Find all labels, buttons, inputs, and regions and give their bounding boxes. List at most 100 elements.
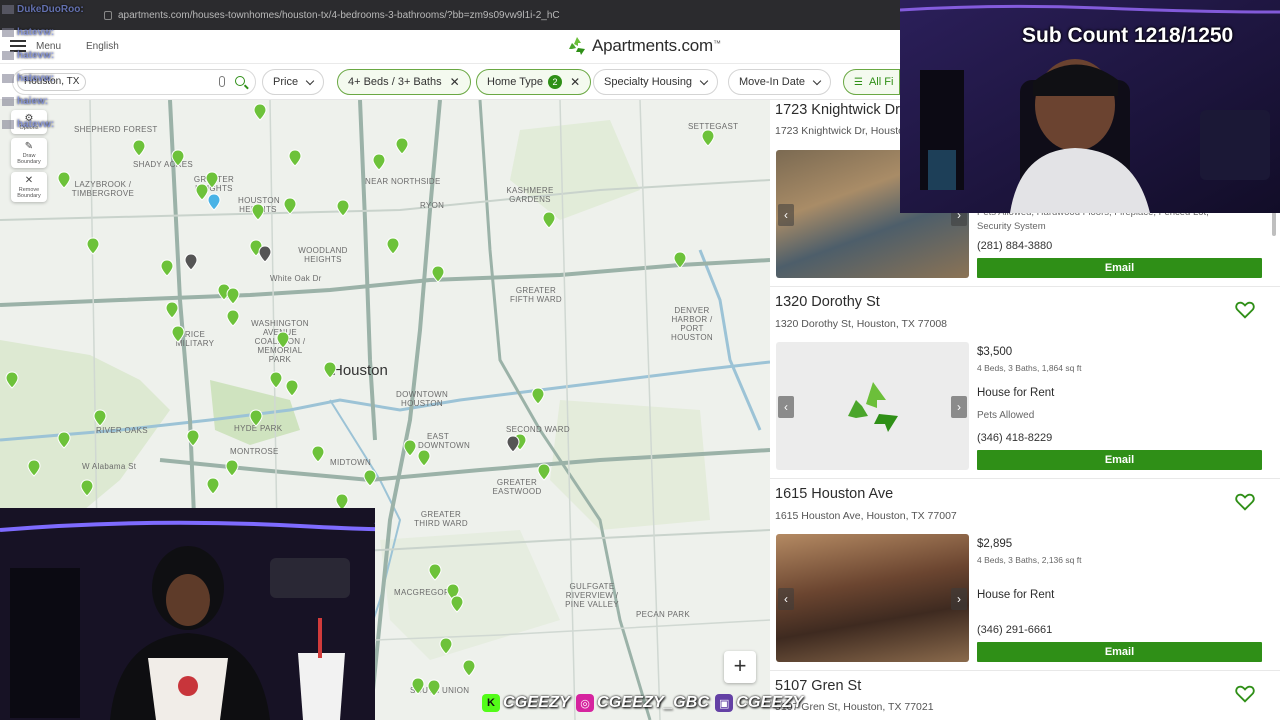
specialty-filter-label: Specialty Housing xyxy=(604,76,693,88)
chat-username: hatevw: xyxy=(17,119,55,130)
chat-username: hatevw: xyxy=(17,27,55,38)
chevron-down-icon xyxy=(305,76,315,85)
map-label: KASHMERE GARDENS xyxy=(506,186,554,204)
divider xyxy=(770,478,1280,479)
email-button[interactable]: Email xyxy=(977,258,1262,278)
chat-username: hatevw: xyxy=(17,73,55,84)
favorite-heart-icon[interactable] xyxy=(1234,491,1256,513)
social-handle: CGEEZY xyxy=(736,694,804,711)
listing-address: 1723 Knightwick Dr, Houston xyxy=(775,125,910,137)
listing-photo-placeholder[interactable]: ‹ › xyxy=(776,342,969,470)
stream-chat-overlay: DukeDuoRoo: hatevw: hatevw: hatevw: haie… xyxy=(2,0,132,135)
beds-baths-filter-button[interactable]: 4+ Beds / 3+ Baths ✕ xyxy=(337,69,471,95)
map-tool-label: Remove Boundary xyxy=(17,187,41,199)
map-tool-label: Draw Boundary xyxy=(17,153,41,165)
chat-message: DukeDuoRoo: xyxy=(2,0,132,23)
draw-boundary-button[interactable]: ✎ Draw Boundary xyxy=(11,138,47,168)
social-handle: CGEEZY xyxy=(503,694,570,711)
email-button[interactable]: Email xyxy=(977,642,1262,662)
chat-badge-icon xyxy=(2,119,14,129)
map-label: MACGREGOR xyxy=(394,588,451,597)
prev-photo-icon[interactable]: ‹ xyxy=(778,396,794,418)
webcam-scene xyxy=(0,508,375,720)
listing-title[interactable]: 1723 Knightwick Dr xyxy=(775,102,900,118)
listing-phone[interactable]: (346) 291-6661 xyxy=(977,624,1052,636)
listing-amenities: Security System xyxy=(977,221,1046,232)
specialty-housing-filter-button[interactable]: Specialty Housing xyxy=(593,69,719,95)
listing-beds: 4 Beds, 3 Baths, 2,136 sq ft xyxy=(977,555,1082,565)
social-handle: CGEEZY_GBC xyxy=(597,694,710,711)
prev-photo-icon[interactable]: ‹ xyxy=(778,204,794,226)
url-text: apartments.com/houses-townhomes/houston-… xyxy=(118,9,560,21)
search-icon[interactable] xyxy=(235,76,245,86)
chat-message: hatevw: xyxy=(2,115,132,138)
twitch-icon: ▣ xyxy=(715,694,734,712)
listing-address: 1320 Dorothy St, Houston, TX 77008 xyxy=(775,318,947,330)
chat-badge-icon xyxy=(2,4,14,14)
beds-baths-filter-label: 4+ Beds / 3+ Baths xyxy=(348,76,442,88)
listing-title[interactable]: 1320 Dorothy St xyxy=(775,294,880,310)
next-photo-icon[interactable]: › xyxy=(951,396,967,418)
map-label: GREATER EASTWOOD xyxy=(492,478,542,496)
listing-photo[interactable]: ‹ › xyxy=(776,534,969,662)
chevron-down-icon xyxy=(699,76,709,85)
map-city-label: Houston xyxy=(332,362,388,379)
listing-phone[interactable]: (346) 418-8229 xyxy=(977,432,1052,444)
apartments-logo-icon xyxy=(848,382,898,432)
listing-type: House for Rent xyxy=(977,387,1055,399)
clear-filter-icon[interactable]: ✕ xyxy=(450,75,460,89)
favorite-heart-icon[interactable] xyxy=(1234,299,1256,321)
price-filter-label: Price xyxy=(273,76,299,88)
listing-type: House for Rent xyxy=(977,589,1055,601)
chat-username: hatevw: xyxy=(17,50,55,61)
sub-count-text: Sub Count 1218/1250 xyxy=(1022,24,1234,47)
price-filter-button[interactable]: Price xyxy=(262,69,325,95)
recycle-logo-icon xyxy=(569,37,585,55)
map-label: GULFGATE RIVERVIEW / PINE VALLEY xyxy=(565,582,619,609)
listing-title[interactable]: 1615 Houston Ave xyxy=(775,486,893,502)
scrollbar[interactable] xyxy=(1272,212,1276,236)
map-label: SHADY ACRES xyxy=(133,160,194,169)
map-label: PECAN PARK xyxy=(636,610,690,619)
zoom-in-button[interactable]: + xyxy=(724,651,756,683)
listing-phone[interactable]: (281) 884-3880 xyxy=(977,240,1052,252)
map-label: DOWNTOWN HOUSTON xyxy=(396,390,449,408)
chat-badge-icon xyxy=(2,96,14,106)
remove-boundary-button[interactable]: ✕ Remove Boundary xyxy=(11,172,47,202)
map-label: MIDTOWN xyxy=(330,458,372,467)
listing-address: 1615 Houston Ave, Houston, TX 77007 xyxy=(775,510,957,522)
browser-address-bar[interactable]: apartments.com/houses-townhomes/houston-… xyxy=(0,0,900,30)
divider xyxy=(770,670,1280,671)
logo-text: Apartments.com xyxy=(592,36,713,55)
map-label: RYON xyxy=(420,201,445,210)
map-label: HOUSTON HEIGHTS xyxy=(238,196,280,214)
map-label: GREATER THIRD WARD xyxy=(414,510,468,528)
map-label: HYDE PARK xyxy=(234,424,283,433)
microphone-icon[interactable] xyxy=(219,76,225,87)
home-type-filter-button[interactable]: Home Type 2 ✕ xyxy=(476,69,592,95)
webcam-secondary xyxy=(0,508,375,720)
favorite-heart-icon[interactable] xyxy=(1234,683,1256,705)
move-in-date-filter-button[interactable]: Move-In Date xyxy=(728,69,832,95)
email-button[interactable]: Email xyxy=(977,450,1262,470)
filter-bar: Houston, TX Price 4+ Beds / 3+ Baths ✕ Ho… xyxy=(0,64,900,100)
chat-badge-icon xyxy=(2,73,14,83)
chat-message: haiew: xyxy=(2,92,132,115)
map-label: WOODLAND HEIGHTS xyxy=(298,246,348,264)
clear-filter-icon[interactable]: ✕ xyxy=(570,75,580,89)
kick-icon: K xyxy=(482,694,500,712)
trademark-mark: ™ xyxy=(712,38,721,48)
map-label: SECOND WARD xyxy=(506,425,570,434)
all-filters-label: All Fi xyxy=(868,76,894,88)
chat-message: hatevw: xyxy=(2,23,132,46)
prev-photo-icon[interactable]: ‹ xyxy=(778,588,794,610)
apartments-logo[interactable]: Apartments.com ™ xyxy=(566,35,721,57)
all-filters-button[interactable]: ☰ All Fi xyxy=(843,69,900,95)
map-label: LAZYBROOK / TIMBERGROVE xyxy=(71,180,135,198)
map-label: GREATER FIFTH WARD xyxy=(509,286,563,304)
chat-message: hatevw: xyxy=(2,69,132,92)
instagram-icon: ◎ xyxy=(576,694,594,712)
close-icon: ✕ xyxy=(24,175,34,186)
map-label: White Oak Dr xyxy=(270,274,322,283)
next-photo-icon[interactable]: › xyxy=(951,588,967,610)
